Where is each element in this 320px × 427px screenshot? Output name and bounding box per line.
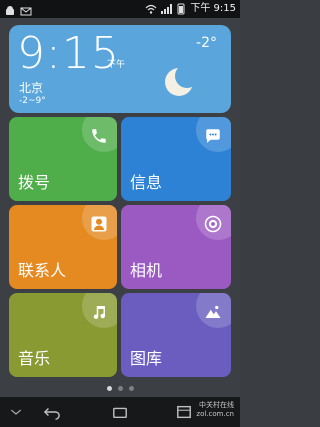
tile-label: 联系人 <box>18 261 67 280</box>
message-icon <box>200 123 226 149</box>
wifi-icon <box>145 3 157 15</box>
page-dot[interactable] <box>117 386 123 391</box>
battery-icon <box>175 3 187 15</box>
tile-label: 拨号 <box>18 173 51 192</box>
weather-city: 北京 <box>19 81 44 95</box>
tile-label: 音乐 <box>18 349 51 368</box>
home-icon[interactable] <box>110 403 130 421</box>
weather-temperature: -2° <box>196 35 217 51</box>
phone-icon <box>86 123 112 149</box>
watermark: 中关村在线 zol.com.cn <box>196 401 234 418</box>
moon-icon <box>160 63 199 101</box>
tile-contacts[interactable]: 联系人 <box>9 205 117 289</box>
clock-ampm: 下午 <box>107 60 126 70</box>
navigation-bar: 中关村在线 zol.com.cn <box>0 397 240 427</box>
music-icon <box>86 299 112 325</box>
recents-icon[interactable] <box>174 403 194 421</box>
email-icon <box>20 2 32 16</box>
tile-label: 相机 <box>130 261 163 280</box>
back-icon[interactable] <box>42 403 62 421</box>
clock-time: 9:15 <box>17 28 120 79</box>
page-indicator <box>0 386 240 394</box>
status-bar: 下午 9:15 <box>0 0 240 18</box>
signal-icon <box>160 3 173 15</box>
menu-down-icon[interactable] <box>6 403 26 421</box>
tile-music[interactable]: 音乐 <box>9 293 117 377</box>
android-icon <box>4 2 16 15</box>
contact-icon <box>86 211 112 237</box>
page-dot[interactable] <box>128 386 134 391</box>
page-dot[interactable] <box>106 386 112 391</box>
weather-range: -2~9° <box>19 96 46 106</box>
tile-messages[interactable]: 信息 <box>121 117 231 201</box>
tile-gallery[interactable]: 图库 <box>121 293 231 377</box>
camera-icon <box>200 211 226 237</box>
status-time: 下午 9:15 <box>190 3 236 14</box>
tile-label: 信息 <box>130 173 163 192</box>
gallery-icon <box>200 299 226 325</box>
tile-label: 图库 <box>130 349 163 368</box>
tile-dialer[interactable]: 拨号 <box>9 117 117 201</box>
tile-camera[interactable]: 相机 <box>121 205 231 289</box>
weather-clock-widget[interactable]: 9:15 下午 北京 -2~9° -2° <box>9 25 231 113</box>
